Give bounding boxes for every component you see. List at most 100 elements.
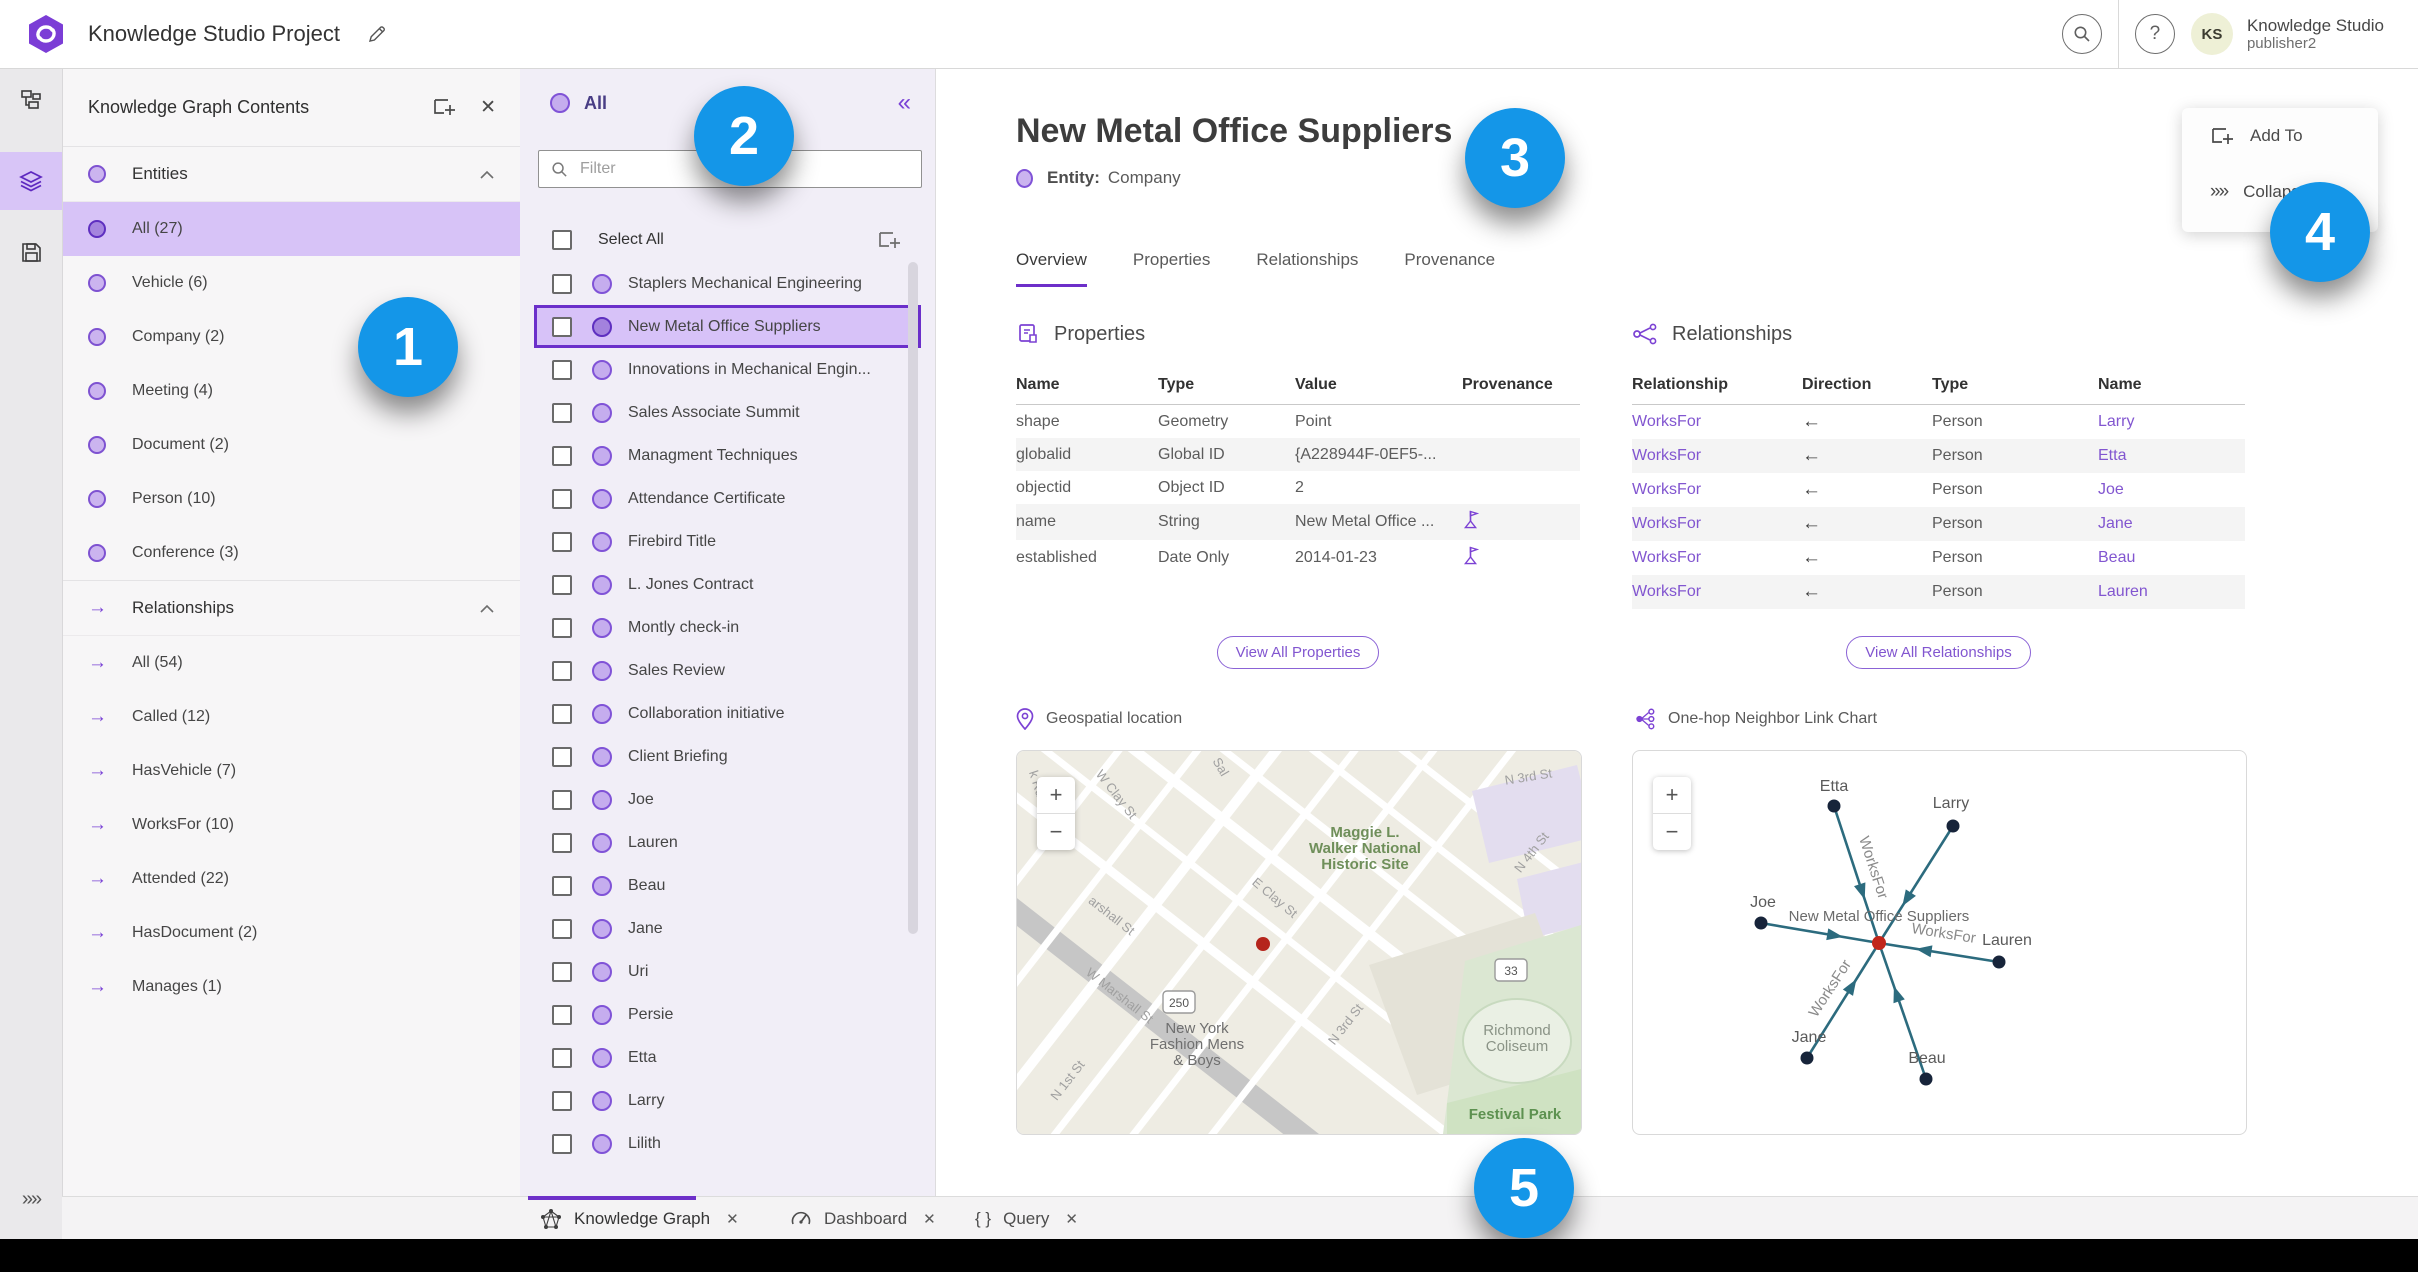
item-checkbox[interactable] [552,359,572,380]
entity-type-item[interactable]: Conference (3) [62,526,520,580]
list-item[interactable]: Persie [520,993,935,1036]
item-checkbox[interactable] [552,1047,572,1068]
item-checkbox[interactable] [552,875,572,896]
relationship-type-item[interactable]: → Manages (1) [62,960,520,1014]
person-node[interactable] [1800,1051,1814,1065]
item-checkbox[interactable] [552,273,572,294]
entity-type-item[interactable]: Meeting (4) [62,364,520,418]
tab-dashboard[interactable]: Dashboard ✕ [790,1197,936,1240]
item-checkbox[interactable] [552,1004,572,1025]
collapse-panel-icon[interactable]: « [898,89,911,117]
zoom-out-button[interactable]: − [1653,814,1691,850]
close-panel-icon[interactable]: ✕ [480,96,496,119]
item-checkbox[interactable] [552,1090,572,1111]
item-checkbox[interactable] [552,316,572,337]
center-node[interactable] [1872,936,1886,950]
list-item[interactable]: Staplers Mechanical Engineering [520,262,935,305]
list-item[interactable]: Firebird Title [520,520,935,563]
list-item[interactable]: Uri [520,950,935,993]
person-node[interactable] [1919,1072,1933,1086]
add-to-new-icon[interactable] [432,96,456,118]
entity-link[interactable]: Lauren [2098,583,2148,600]
item-checkbox[interactable] [552,574,572,595]
item-checkbox[interactable] [552,918,572,939]
list-item[interactable]: Collaboration initiative [520,692,935,735]
entity-link[interactable]: Beau [2098,549,2135,566]
list-item[interactable]: Lauren [520,821,935,864]
rail-layers-button[interactable] [0,159,62,203]
entity-type-item[interactable]: All (27) [62,202,520,256]
person-node[interactable] [1946,819,1960,833]
list-item[interactable]: Beau [520,864,935,907]
list-item[interactable]: Client Briefing [520,735,935,778]
list-item[interactable]: Montly check-in [520,606,935,649]
entity-type-item[interactable]: Person (10) [62,472,520,526]
entity-link[interactable]: Etta [2098,447,2126,464]
user-info[interactable]: Knowledge Studio publisher2 [2247,16,2418,53]
list-scrollbar[interactable] [908,262,918,934]
list-item[interactable]: Managment Techniques [520,434,935,477]
relationship-link[interactable]: WorksFor [1632,583,1701,600]
item-checkbox[interactable] [552,1133,572,1154]
list-item[interactable]: Lilith [520,1122,935,1165]
geospatial-map[interactable]: 25033 k RdW Clay StSalN 3rd StN 4th StMa… [1016,750,1582,1135]
item-checkbox[interactable] [552,531,572,552]
relationship-link[interactable]: WorksFor [1632,515,1701,532]
item-checkbox[interactable] [552,789,572,810]
item-checkbox[interactable] [552,617,572,638]
tab-query[interactable]: { } Query ✕ [975,1197,1078,1240]
relationship-link[interactable]: WorksFor [1632,413,1701,430]
detail-tab-relationships[interactable]: Relationships [1256,250,1358,287]
list-item[interactable]: Joe [520,778,935,821]
person-node[interactable] [1754,916,1768,930]
one-hop-link-chart[interactable]: WorksFor WorksFor WorksFor Etta Larry Joe Laur… [1632,750,2247,1135]
item-checkbox[interactable] [552,488,572,509]
list-item[interactable]: New Metal Office Suppliers [534,305,921,348]
relationship-type-item[interactable]: → Called (12) [62,690,520,744]
select-all-checkbox[interactable] [552,230,572,250]
relationship-link[interactable]: WorksFor [1632,549,1701,566]
list-item[interactable]: Sales Associate Summit [520,391,935,434]
zoom-in-button[interactable]: + [1653,777,1691,814]
item-checkbox[interactable] [552,402,572,423]
zoom-out-button[interactable]: − [1037,814,1075,850]
detail-tab-properties[interactable]: Properties [1133,250,1210,287]
avatar[interactable]: KS [2190,13,2233,55]
detail-tab-provenance[interactable]: Provenance [1404,250,1495,287]
entity-type-item[interactable]: Vehicle (6) [62,256,520,310]
entity-link[interactable]: Joe [2098,481,2124,498]
search-button[interactable] [2061,14,2102,54]
view-all-relationships-button[interactable]: View All Relationships [1846,636,2031,669]
relationship-type-item[interactable]: → All (54) [62,636,520,690]
list-item[interactable]: Innovations in Mechanical Engin... [520,348,935,391]
help-button[interactable]: ? [2134,14,2175,54]
add-to-new-icon[interactable] [877,229,901,251]
entity-link[interactable]: Larry [2098,413,2134,430]
relationship-type-item[interactable]: → HasDocument (2) [62,906,520,960]
add-to-menu-item[interactable]: Add To [2182,108,2378,164]
detail-tab-overview[interactable]: Overview [1016,250,1087,287]
close-tab-icon[interactable]: ✕ [1065,1210,1078,1228]
close-tab-icon[interactable]: ✕ [726,1210,739,1228]
entities-section-header[interactable]: Entities [62,147,520,202]
list-item[interactable]: Larry [520,1079,935,1122]
entity-link[interactable]: Jane [2098,515,2133,532]
zoom-in-button[interactable]: + [1037,777,1075,814]
list-item[interactable]: Sales Review [520,649,935,692]
list-item[interactable]: Attendance Certificate [520,477,935,520]
list-item[interactable]: L. Jones Contract [520,563,935,606]
item-checkbox[interactable] [552,746,572,767]
relationship-type-item[interactable]: → Attended (22) [62,852,520,906]
relationship-link[interactable]: WorksFor [1632,481,1701,498]
item-checkbox[interactable] [552,703,572,724]
list-item[interactable]: Jane [520,907,935,950]
relationships-section-header[interactable]: → Relationships [62,580,520,636]
person-node[interactable] [1992,955,2006,969]
relationship-link[interactable]: WorksFor [1632,447,1701,464]
close-tab-icon[interactable]: ✕ [923,1210,936,1228]
tab-knowledge-graph[interactable]: Knowledge Graph ✕ [540,1197,739,1240]
rail-expand-button[interactable]: »» [0,1188,62,1211]
view-all-properties-button[interactable]: View All Properties [1216,636,1380,669]
list-item[interactable]: Etta [520,1036,935,1079]
rail-schema-button[interactable] [0,78,62,122]
